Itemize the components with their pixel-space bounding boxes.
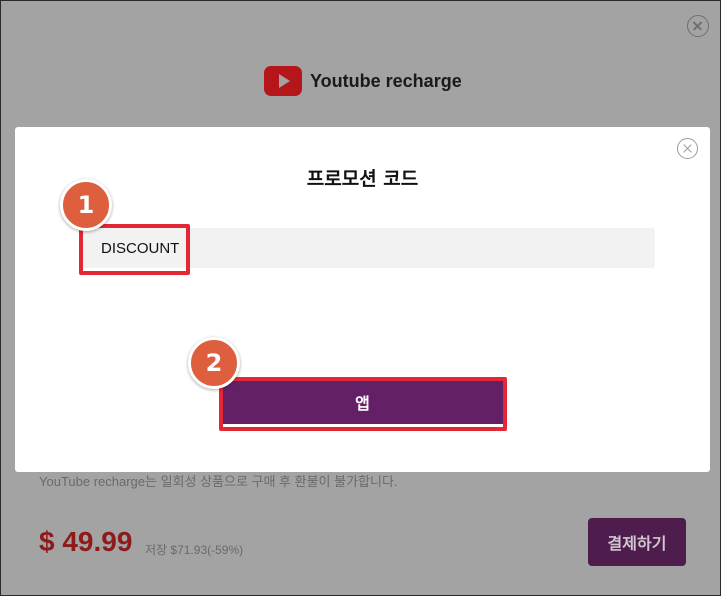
savings-text: 저장 $71.93(-59%) (145, 543, 244, 557)
modal-close-icon[interactable] (677, 138, 698, 159)
youtube-logo-icon (264, 66, 302, 96)
highlight-apply-button (219, 377, 507, 431)
screenshot-frame: Youtube recharge YouTube recharge는 일회성 상… (0, 0, 721, 596)
price: $ 49.99 (39, 526, 133, 557)
refund-notice: YouTube recharge는 일회성 상품으로 구매 후 환불이 불가합니… (39, 474, 398, 489)
product-title: Youtube recharge (310, 70, 462, 91)
highlight-promo-input (79, 224, 190, 275)
step-badge-1: 1 (60, 179, 112, 231)
page-close-icon[interactable] (687, 15, 709, 37)
step-badge-2: 2 (188, 337, 240, 389)
product-header: Youtube recharge (264, 65, 462, 97)
checkout-button[interactable]: 결제하기 (588, 518, 686, 566)
modal-title: 프로모션 코드 (306, 168, 419, 190)
